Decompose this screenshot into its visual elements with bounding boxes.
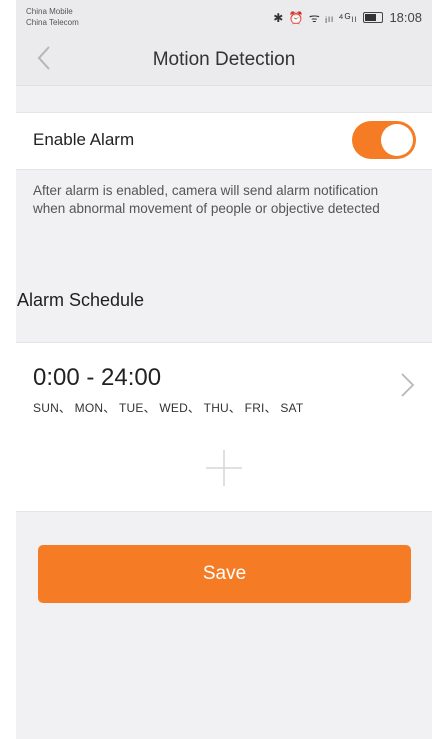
add-schedule-button[interactable] — [16, 426, 432, 512]
battery-icon — [363, 12, 384, 23]
schedule-time-range: 0:00 - 24:00 — [33, 364, 162, 391]
enable-alarm-label: Enable Alarm — [33, 130, 135, 149]
schedule-item[interactable]: 0:00 - 24:00 SUN、 MON、 TUE、 WED、 THU、 FR… — [16, 342, 432, 427]
carrier-2: China Telecom — [26, 18, 79, 27]
enable-alarm-row: Enable Alarm — [16, 112, 432, 170]
alarm-description: After alarm is enabled, camera will send… — [33, 183, 380, 216]
toggle-knob — [381, 124, 413, 156]
app-screen: China Mobile China Telecom ✱ ⏰ ᯤ ᵢₗₗ ⁴ᴳₗ… — [16, 0, 432, 739]
schedule-days: SUN、 MON、 TUE、 WED、 THU、 FRI、 SAT — [33, 401, 304, 415]
save-button[interactable]: Save — [38, 545, 411, 603]
carrier-1: China Mobile — [26, 7, 73, 16]
signal-icons: ✱ ⏰ ᯤ ᵢₗₗ ⁴ᴳₗₗ — [273, 11, 358, 25]
chevron-right-icon — [401, 373, 415, 397]
carrier-info: China Mobile China Telecom — [26, 6, 79, 28]
enable-alarm-toggle[interactable] — [352, 121, 416, 159]
status-bar: China Mobile China Telecom ✱ ⏰ ᯤ ᵢₗₗ ⁴ᴳₗ… — [16, 0, 432, 33]
status-time: 18:08 — [389, 10, 422, 25]
status-indicators: ✱ ⏰ ᯤ ᵢₗₗ ⁴ᴳₗₗ 18:08 — [273, 9, 422, 26]
plus-icon — [206, 450, 242, 486]
alarm-schedule-title: Alarm Schedule — [17, 290, 145, 310]
page-title: Motion Detection — [152, 49, 296, 70]
nav-bar: Motion Detection — [16, 33, 432, 86]
